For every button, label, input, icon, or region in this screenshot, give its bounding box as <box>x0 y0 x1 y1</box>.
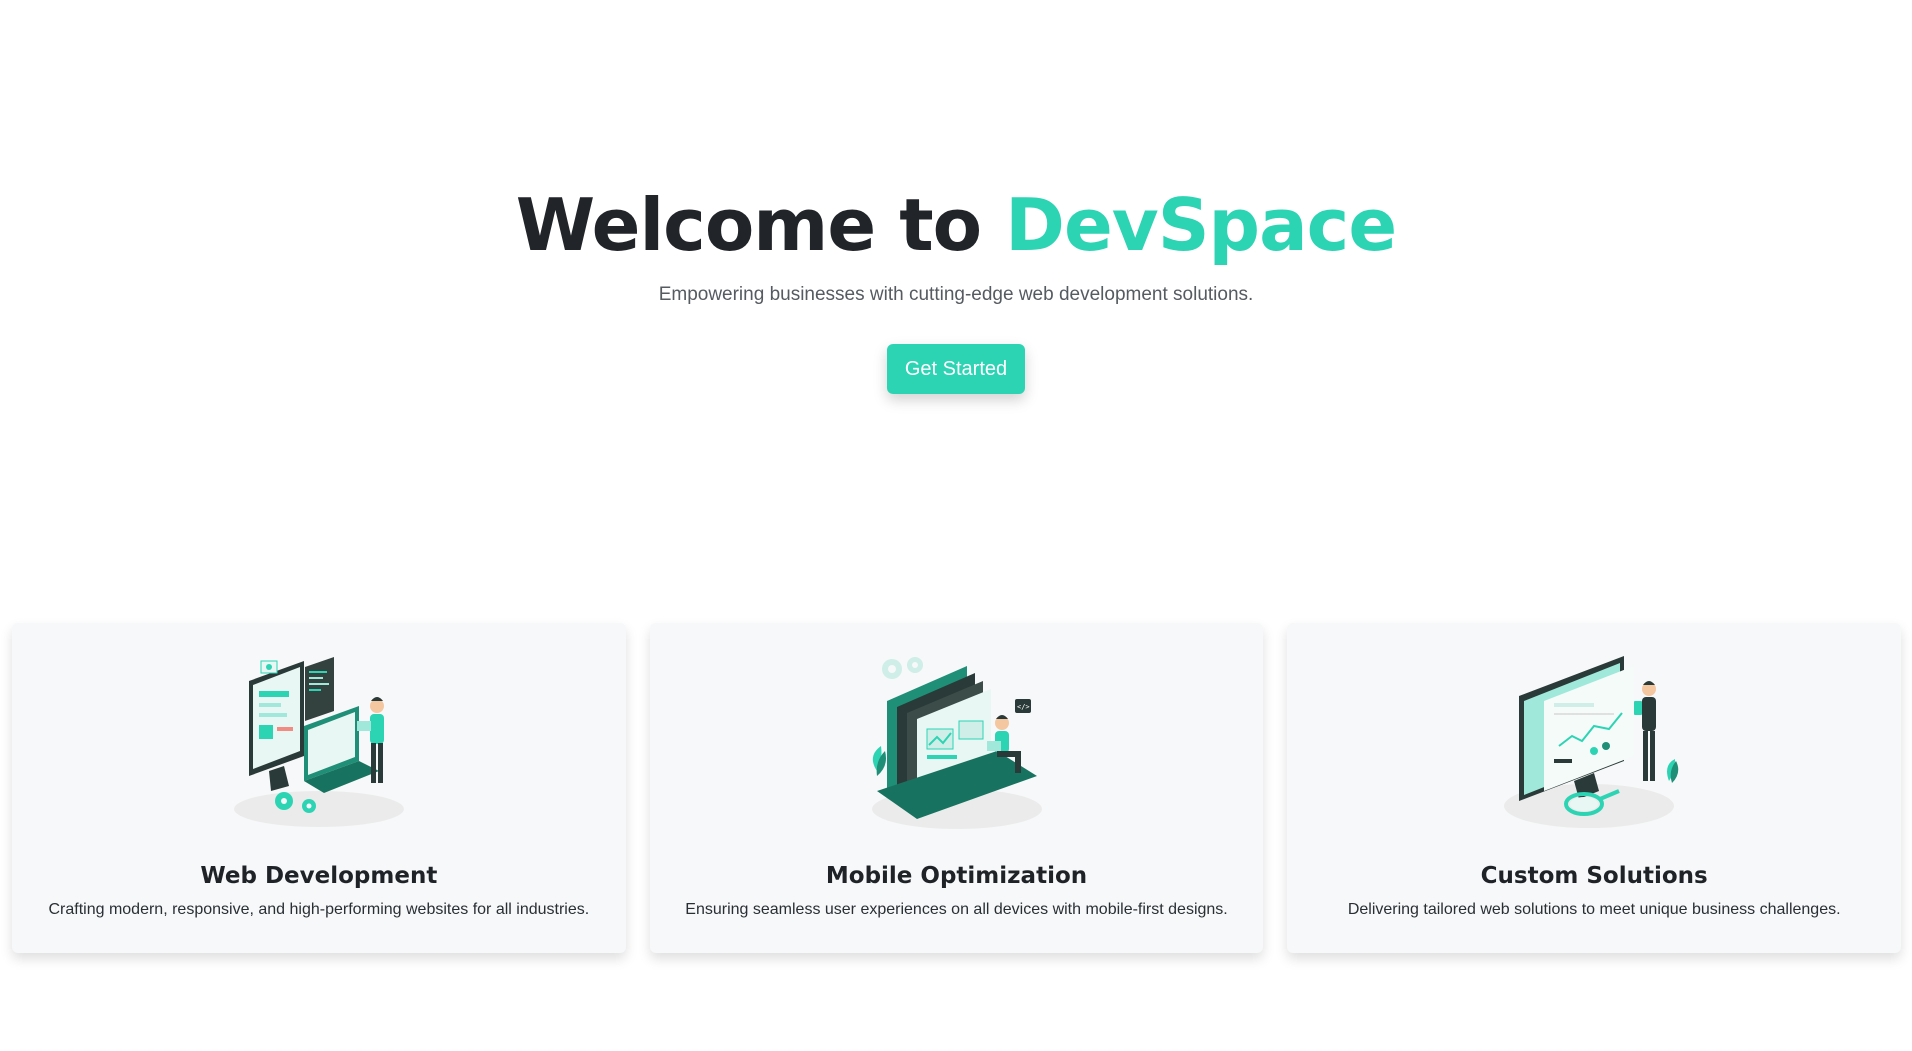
service-title: Web Development <box>200 863 438 889</box>
mobile-optimization-illustration: </> <box>871 657 1042 829</box>
get-started-button[interactable]: Get Started <box>886 344 1026 394</box>
hero-title-brand: DevSpace <box>1005 183 1397 267</box>
services-section: Web Development Crafting modern, respons… <box>12 623 1902 953</box>
hero-title: Welcome to DevSpace <box>0 180 1912 270</box>
hero-title-prefix: Welcome to <box>515 183 1006 267</box>
svg-text:</>: </> <box>1017 703 1030 711</box>
web-development-illustration <box>233 657 404 827</box>
service-description: Delivering tailored web solutions to mee… <box>1347 901 1841 918</box>
service-title: Mobile Optimization <box>825 863 1088 889</box>
service-card-custom-solutions: Custom Solutions Delivering tailored web… <box>1287 623 1902 953</box>
custom-solutions-illustration <box>1504 656 1679 828</box>
service-card-web-development: Web Development Crafting modern, respons… <box>12 623 626 953</box>
hero-subtitle: Empowering businesses with cutting-edge … <box>658 284 1254 305</box>
service-title: Custom Solutions <box>1480 863 1708 889</box>
service-description: Ensuring seamless user experiences on al… <box>685 901 1228 918</box>
page: Welcome to DevSpace Empowering businesse… <box>0 0 1912 1051</box>
service-description: Crafting modern, responsive, and high-pe… <box>48 901 590 918</box>
hero-section: Welcome to DevSpace Empowering businesse… <box>0 180 1912 394</box>
service-card-mobile-optimization: </> Mobile Optimization Ensuring seamles… <box>649 623 1264 953</box>
